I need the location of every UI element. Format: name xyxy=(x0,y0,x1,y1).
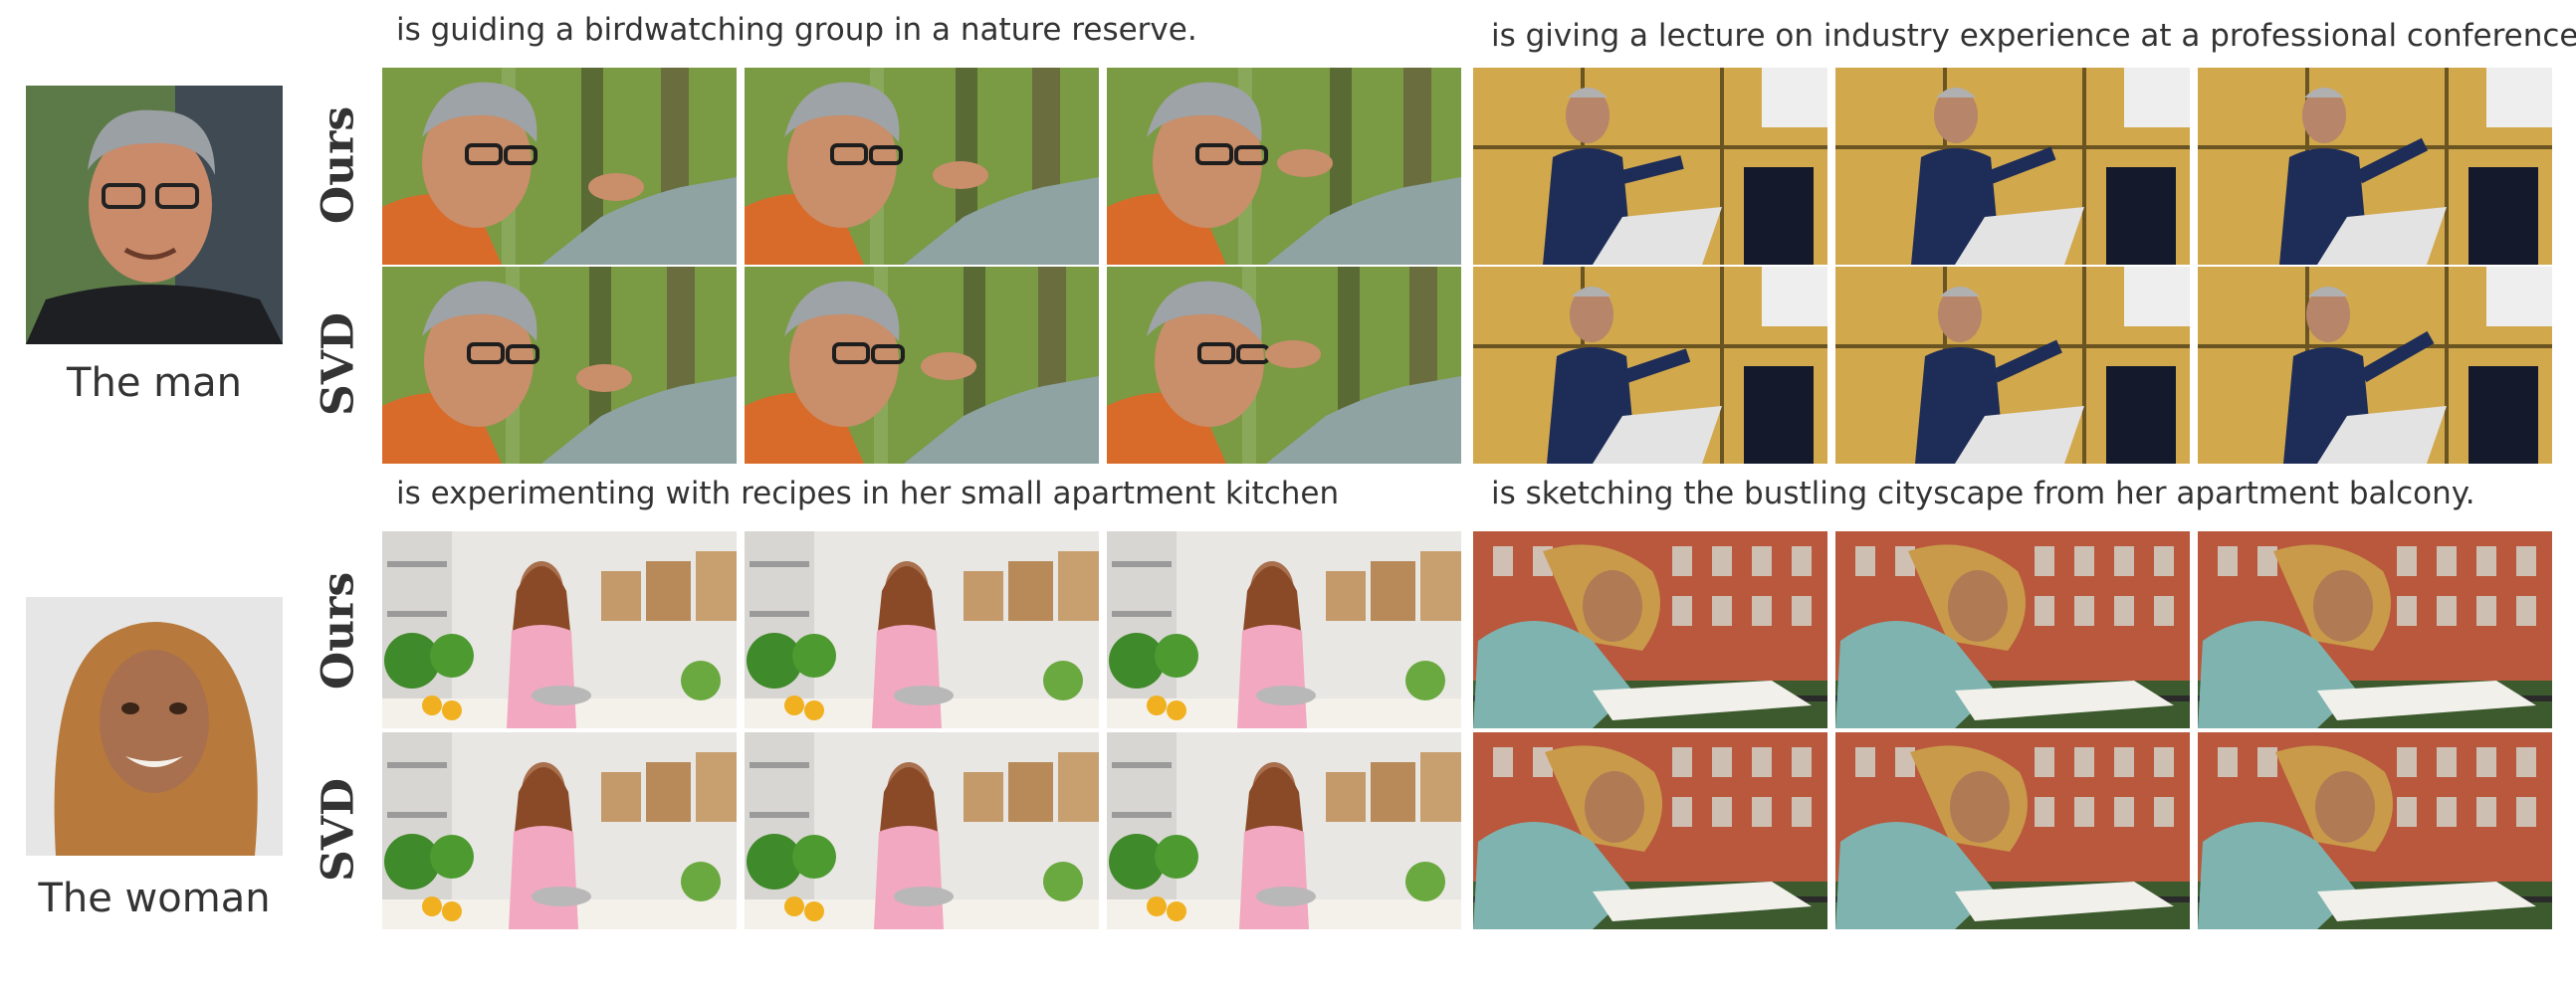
caption-lecture: is giving a lecture on industry experien… xyxy=(1491,18,2576,54)
frame-s2-p2-ours-f1 xyxy=(1473,531,1827,728)
frame-s2-p1-ours-f3 xyxy=(1107,531,1461,728)
caption-birdwatching: is guiding a birdwatching group in a nat… xyxy=(396,12,1197,48)
frame-s1-p1-ours-f3 xyxy=(1107,68,1461,265)
woman-reference-portrait xyxy=(26,597,283,856)
frame-s1-p2-svd-f3 xyxy=(2198,267,2552,464)
frame-s2-p2-ours-f3 xyxy=(2198,531,2552,728)
row-label-ours-woman: Ours xyxy=(313,571,364,691)
frame-s1-p2-svd-f1 xyxy=(1473,267,1827,464)
row-label-svd-woman: SVD xyxy=(313,777,364,883)
caption-balcony: is sketching the bustling cityscape from… xyxy=(1491,476,2475,511)
frame-s1-p2-ours-f1 xyxy=(1473,68,1827,265)
frame-s1-p1-svd-f3 xyxy=(1107,267,1461,464)
frame-s1-p2-svd-f2 xyxy=(1835,267,2190,464)
man-reference-portrait xyxy=(26,86,283,344)
frame-s1-p1-ours-f2 xyxy=(745,68,1099,265)
woman-reference-name: The woman xyxy=(38,876,271,921)
frame-s1-p2-ours-f3 xyxy=(2198,68,2552,265)
frame-s1-p1-svd-f1 xyxy=(382,267,737,464)
row-label-svd-man: SVD xyxy=(313,311,364,417)
row-label-ours-man: Ours xyxy=(313,105,364,225)
man-reference-name: The man xyxy=(67,360,242,406)
frame-s1-p2-ours-f2 xyxy=(1835,68,2190,265)
caption-kitchen: is experimenting with recipes in her sma… xyxy=(396,476,1340,511)
frame-s1-p1-ours-f1 xyxy=(382,68,737,265)
frame-s2-p2-svd-f3 xyxy=(2198,732,2552,929)
frame-s2-p2-ours-f2 xyxy=(1835,531,2190,728)
frame-s2-p1-ours-f2 xyxy=(745,531,1099,728)
frame-s2-p1-ours-f1 xyxy=(382,531,737,728)
frame-s2-p1-svd-f1 xyxy=(382,732,737,929)
frame-s2-p1-svd-f2 xyxy=(745,732,1099,929)
frame-s2-p2-svd-f1 xyxy=(1473,732,1827,929)
frame-s2-p1-svd-f3 xyxy=(1107,732,1461,929)
frame-s1-p1-svd-f2 xyxy=(745,267,1099,464)
frame-s2-p2-svd-f2 xyxy=(1835,732,2190,929)
